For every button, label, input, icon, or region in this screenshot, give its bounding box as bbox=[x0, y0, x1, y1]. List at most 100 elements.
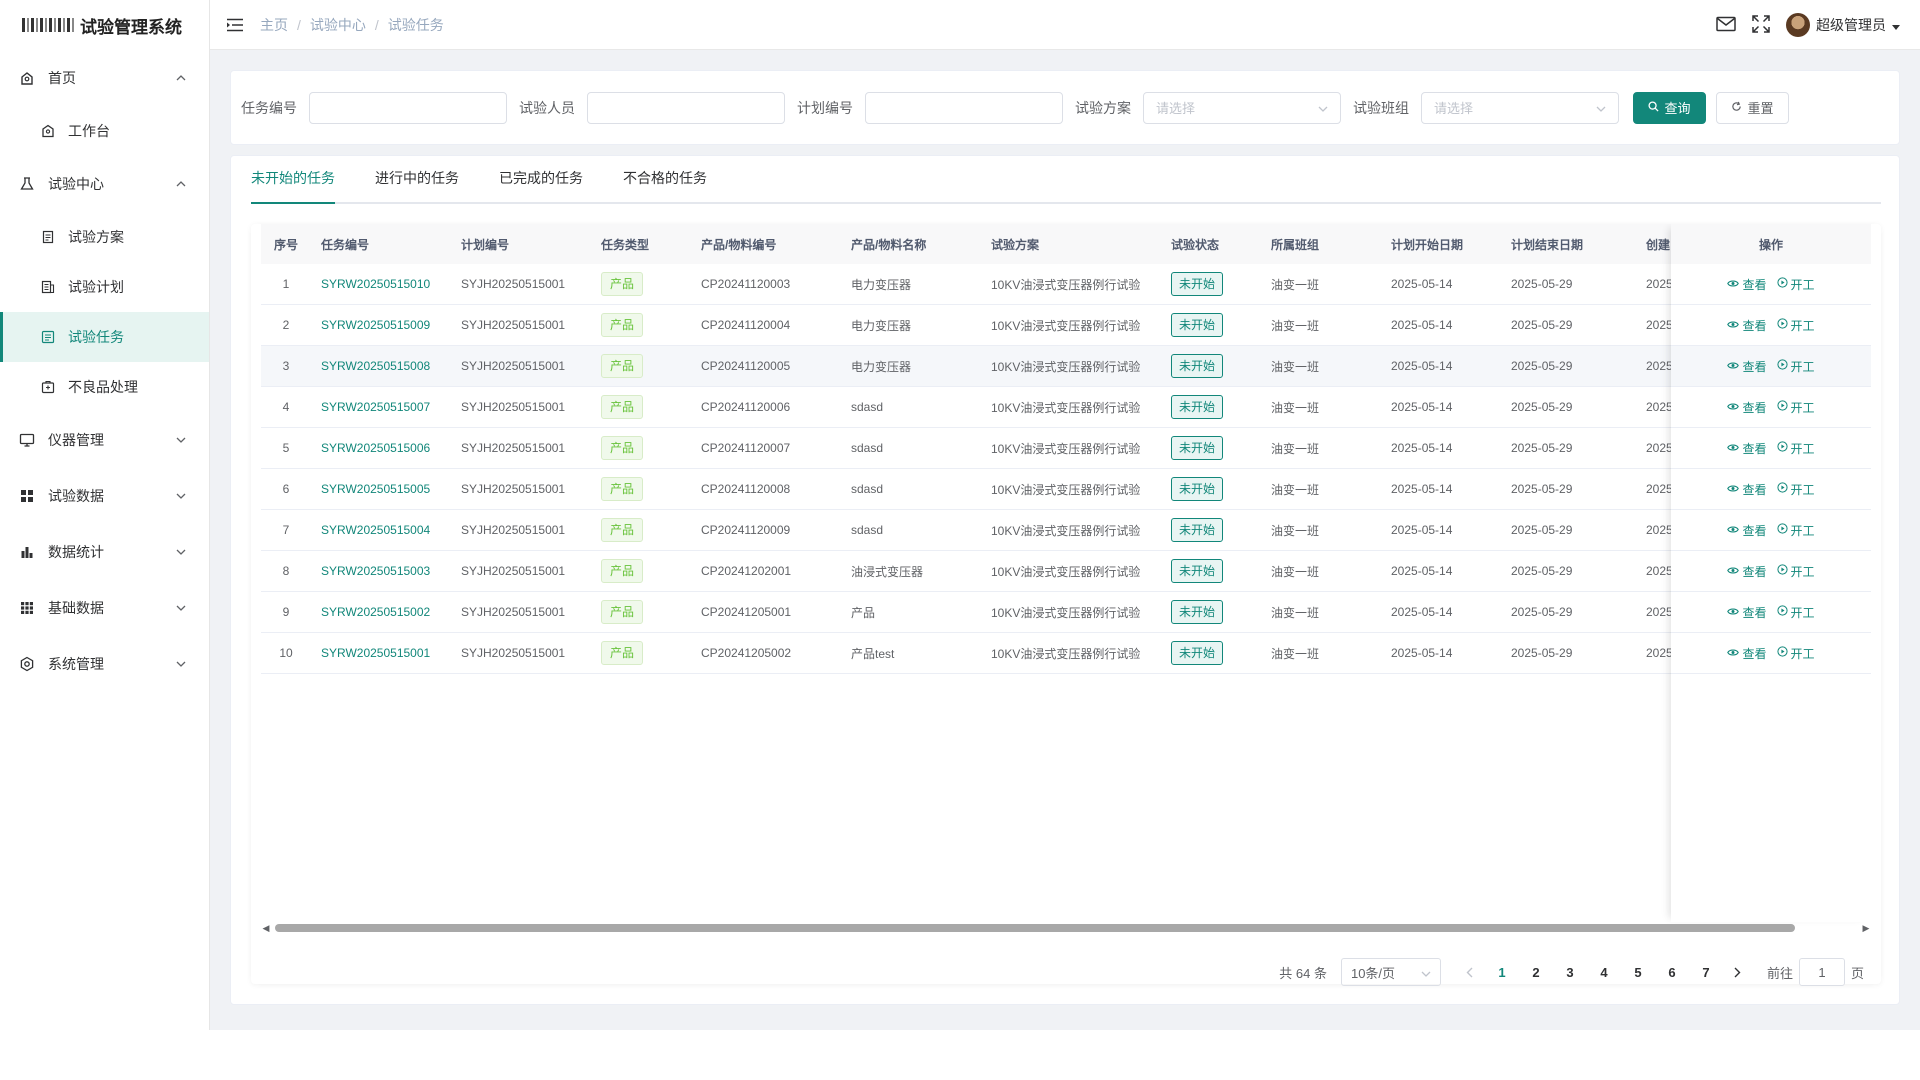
view-button[interactable]: 查看 bbox=[1727, 522, 1767, 539]
sidebar-sub-test-plan[interactable]: 试验计划 bbox=[0, 262, 209, 312]
sidebar-item-system[interactable]: 系统管理 bbox=[0, 636, 209, 692]
view-button[interactable]: 查看 bbox=[1727, 440, 1767, 457]
sidebar-item-base-data[interactable]: 基础数据 bbox=[0, 580, 209, 636]
sidebar-item-test-center[interactable]: 试验中心 bbox=[0, 156, 209, 212]
task-no-link[interactable]: SYRW20250515006 bbox=[321, 441, 430, 455]
table-row[interactable]: 1 SYRW20250515010 SYJH20250515001 产品 CP20241… bbox=[261, 264, 1871, 305]
next-page-button[interactable] bbox=[1723, 958, 1753, 986]
task-no-link[interactable]: SYRW20250515004 bbox=[321, 523, 430, 537]
page-button[interactable]: 4 bbox=[1589, 958, 1619, 986]
task-no-link[interactable]: SYRW20250515005 bbox=[321, 482, 430, 496]
start-work-button[interactable]: 开工 bbox=[1776, 481, 1815, 498]
page-button[interactable]: 1 bbox=[1487, 958, 1517, 986]
scroll-right-icon[interactable]: ▶ bbox=[1861, 923, 1871, 933]
start-work-button[interactable]: 开工 bbox=[1776, 358, 1815, 375]
logo-mark-icon bbox=[22, 18, 74, 32]
cell-scheme: 10KV油浸式变压器例行试验 bbox=[991, 441, 1141, 456]
hamburger-icon[interactable] bbox=[226, 17, 244, 33]
avatar bbox=[1786, 13, 1810, 37]
scroll-left-icon[interactable]: ◀ bbox=[261, 923, 271, 933]
cell-created: 2025- bbox=[1646, 523, 1671, 537]
reset-button[interactable]: 重置 bbox=[1716, 91, 1789, 124]
page-button[interactable]: 6 bbox=[1657, 958, 1687, 986]
table-row[interactable]: 5 SYRW20250515006 SYJH20250515001 产品 CP20241… bbox=[261, 428, 1871, 469]
scheme-select[interactable]: 请选择 bbox=[1143, 91, 1341, 124]
mail-icon[interactable] bbox=[1716, 16, 1736, 35]
sidebar-item-statistics[interactable]: 数据统计 bbox=[0, 524, 209, 580]
tab-completed[interactable]: 已完成的任务 bbox=[479, 154, 603, 202]
view-button[interactable]: 查看 bbox=[1727, 645, 1767, 662]
start-work-button[interactable]: 开工 bbox=[1776, 276, 1815, 293]
view-button[interactable]: 查看 bbox=[1727, 481, 1767, 498]
task-no-link[interactable]: SYRW20250515009 bbox=[321, 318, 430, 332]
table-row[interactable]: 9 SYRW20250515002 SYJH20250515001 产品 CP20241… bbox=[261, 592, 1871, 633]
start-label: 开工 bbox=[1790, 482, 1815, 497]
page-button[interactable]: 2 bbox=[1521, 958, 1551, 986]
pagination: 共 64 条 10条/页 1234567 前往 页 bbox=[1279, 958, 1864, 986]
start-work-button[interactable]: 开工 bbox=[1776, 563, 1815, 580]
cell-seq: 5 bbox=[282, 441, 290, 455]
table-row[interactable]: 2 SYRW20250515009 SYJH20250515001 产品 CP20241… bbox=[261, 305, 1871, 346]
view-button[interactable]: 查看 bbox=[1727, 563, 1767, 580]
play-circle-icon bbox=[1776, 646, 1788, 660]
sidebar-sub-test-scheme[interactable]: 试验方案 bbox=[0, 212, 209, 262]
tab-unqualified[interactable]: 不合格的任务 bbox=[603, 154, 727, 202]
chevron-down-icon bbox=[1318, 100, 1328, 115]
task-no-link[interactable]: SYRW20250515010 bbox=[321, 277, 430, 291]
task-no-link[interactable]: SYRW20250515007 bbox=[321, 400, 430, 414]
tester-input[interactable] bbox=[587, 91, 785, 124]
start-work-button[interactable]: 开工 bbox=[1776, 604, 1815, 621]
cell-end-date: 2025-05-29 bbox=[1511, 359, 1573, 373]
start-work-button[interactable]: 开工 bbox=[1776, 645, 1815, 662]
chevron-up-icon bbox=[175, 72, 187, 84]
sidebar-sub-defect-handling[interactable]: 不良品处理 bbox=[0, 362, 209, 412]
breadcrumb-test-center[interactable]: 试验中心 bbox=[310, 15, 366, 35]
breadcrumb-home[interactable]: 主页 bbox=[260, 15, 288, 35]
table-row[interactable]: 7 SYRW20250515004 SYJH20250515001 产品 CP20241… bbox=[261, 510, 1871, 551]
page-button[interactable]: 5 bbox=[1623, 958, 1653, 986]
page-button[interactable]: 7 bbox=[1691, 958, 1721, 986]
page-size-select[interactable]: 10条/页 bbox=[1340, 958, 1441, 986]
table-row[interactable]: 6 SYRW20250515005 SYJH20250515001 产品 CP20241… bbox=[261, 469, 1871, 510]
task-no-input[interactable] bbox=[309, 91, 507, 124]
sidebar-sub-workbench[interactable]: 工作台 bbox=[0, 106, 209, 156]
horizontal-scrollbar[interactable]: ◀ ▶ bbox=[261, 922, 1871, 934]
plan-no-input[interactable] bbox=[865, 91, 1063, 124]
table-row[interactable]: 4 SYRW20250515007 SYJH20250515001 产品 CP20241… bbox=[261, 387, 1871, 428]
view-button[interactable]: 查看 bbox=[1727, 276, 1767, 293]
table-row[interactable]: 8 SYRW20250515003 SYJH20250515001 产品 CP20241… bbox=[261, 551, 1871, 592]
cell-product-name: 油浸式变压器 bbox=[851, 564, 924, 579]
start-work-button[interactable]: 开工 bbox=[1776, 440, 1815, 457]
view-button[interactable]: 查看 bbox=[1727, 317, 1767, 334]
page-button[interactable]: 3 bbox=[1555, 958, 1585, 986]
task-no-link[interactable]: SYRW20250515008 bbox=[321, 359, 430, 373]
view-button[interactable]: 查看 bbox=[1727, 604, 1767, 621]
scrollbar-thumb[interactable] bbox=[275, 924, 1795, 932]
table-row[interactable]: 10 SYRW20250515001 SYJH20250515001 产品 CP2024… bbox=[261, 633, 1871, 674]
cell-product-name: sdasd bbox=[851, 441, 884, 455]
scrollbar-track[interactable] bbox=[275, 924, 1857, 932]
table-row[interactable]: 3 SYRW20250515008 SYJH20250515001 产品 CP20241… bbox=[261, 346, 1871, 387]
task-no-link[interactable]: SYRW20250515001 bbox=[321, 646, 430, 660]
start-work-button[interactable]: 开工 bbox=[1776, 317, 1815, 334]
cell-plan-no: SYJH20250515001 bbox=[461, 564, 566, 578]
start-work-button[interactable]: 开工 bbox=[1776, 522, 1815, 539]
sidebar-item-home[interactable]: 首页 bbox=[0, 50, 209, 106]
task-no-link[interactable]: SYRW20250515002 bbox=[321, 605, 430, 619]
start-work-button[interactable]: 开工 bbox=[1776, 399, 1815, 416]
sidebar-item-instruments[interactable]: 仪器管理 bbox=[0, 412, 209, 468]
view-button[interactable]: 查看 bbox=[1727, 399, 1767, 416]
user-menu[interactable]: 超级管理员 bbox=[1786, 13, 1900, 37]
fullscreen-icon[interactable] bbox=[1752, 14, 1770, 36]
view-button[interactable]: 查看 bbox=[1727, 358, 1767, 375]
sidebar-item-test-data[interactable]: 试验数据 bbox=[0, 468, 209, 524]
goto-page-input[interactable] bbox=[1798, 958, 1845, 986]
team-select[interactable]: 请选择 bbox=[1421, 91, 1619, 124]
task-no-link[interactable]: SYRW20250515003 bbox=[321, 564, 430, 578]
cell-end-date: 2025-05-29 bbox=[1511, 523, 1573, 537]
query-button[interactable]: 查询 bbox=[1633, 91, 1706, 124]
tab-in-progress[interactable]: 进行中的任务 bbox=[355, 154, 479, 202]
tab-not-started[interactable]: 未开始的任务 bbox=[251, 154, 355, 204]
prev-page-button[interactable] bbox=[1455, 958, 1485, 986]
sidebar-sub-test-task[interactable]: 试验任务 bbox=[0, 312, 209, 362]
